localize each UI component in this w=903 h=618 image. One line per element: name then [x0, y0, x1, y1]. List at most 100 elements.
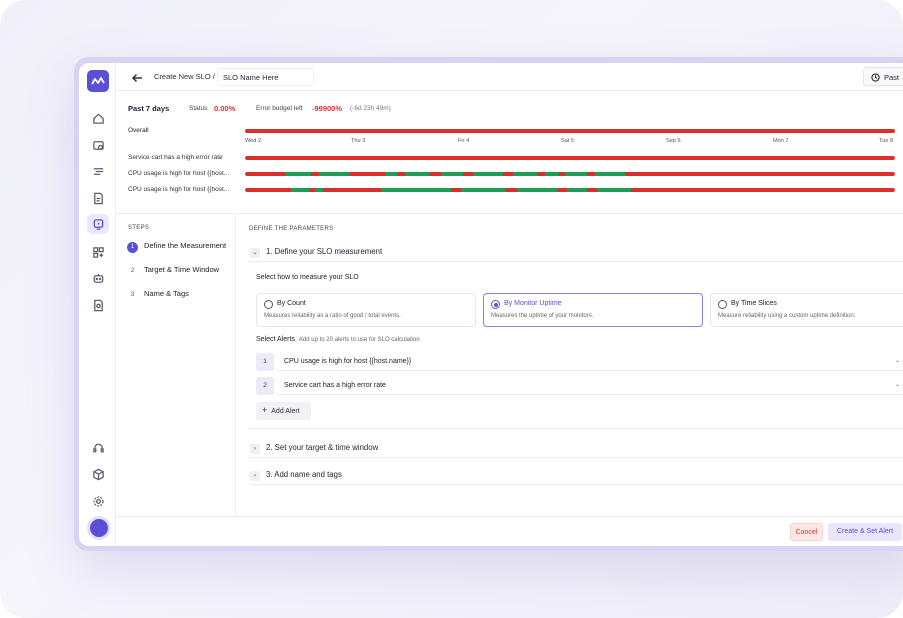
alert-number: 2 — [256, 377, 274, 395]
divider — [249, 261, 903, 262]
top-header: Create New SLO / SLO Name Here Past — [116, 63, 903, 91]
row-label: Service cart has a high error rate — [128, 154, 223, 161]
section-title: 1. Define your SLO measurement — [266, 247, 383, 256]
row-bar-cpu-1 — [245, 172, 895, 176]
measure-label: Select how to measure your SLO — [256, 274, 359, 281]
chevron-right-icon: › — [250, 471, 260, 481]
option-description: Measure reliability using a custom uptim… — [718, 313, 856, 319]
step-define-measurement[interactable]: 1 Define the Measurement — [127, 241, 226, 253]
section-title: 3. Add name and tags — [266, 470, 342, 479]
tick-label: Thu 3 — [351, 138, 366, 144]
add-alert-button[interactable]: + Add Alert — [256, 402, 311, 420]
cancel-button[interactable]: Cancel — [790, 523, 823, 541]
step-label: Name & Tags — [144, 289, 189, 298]
row-label: CPU usage is high for host {{host... — [128, 186, 230, 193]
settings-gear-icon[interactable] — [91, 494, 105, 508]
radio-button-selected[interactable] — [491, 300, 500, 309]
chevron-down-icon: ⌄ — [250, 248, 260, 258]
chevron-down-icon: ⌄ — [894, 358, 900, 364]
option-title: By Time Slices — [731, 300, 777, 307]
security-scan-icon[interactable] — [91, 298, 105, 312]
add-alert-label: Add Alert — [271, 408, 300, 415]
row-bar-cpu-2 — [245, 188, 895, 192]
radio-button[interactable] — [264, 300, 273, 309]
package-icon[interactable] — [91, 467, 105, 481]
option-by-time-slices[interactable]: By Time Slices Measure reliability using… — [710, 293, 903, 327]
alert-number: 1 — [256, 353, 274, 371]
alert-select[interactable]: CPU usage is high for host {{host.name}}… — [278, 353, 903, 371]
chevron-right-icon: › — [250, 444, 260, 454]
status-value: 0.00% — [214, 104, 236, 113]
time-range-button[interactable]: Past — [863, 67, 903, 86]
budget-label: Error budget left — [256, 105, 303, 112]
app-window: Create New SLO / SLO Name Here Past Past… — [79, 63, 903, 546]
alerts-hint: Add up to 20 alerts to use for SLO calcu… — [298, 337, 420, 343]
step-label: Target & Time Window — [144, 265, 220, 274]
step-target-time-window[interactable]: 2 Target & Time Window — [127, 265, 219, 277]
slo-name-field[interactable]: SLO Name Here — [217, 68, 314, 86]
plus-icon: + — [262, 405, 268, 415]
alert-value: Service cart has a high error rate — [284, 382, 386, 389]
alerts-label: Select Alerts Add up to 20 alerts to use … — [256, 336, 420, 343]
step-number: 3 — [130, 292, 135, 298]
alerts-title: Select Alerts — [256, 336, 295, 343]
tick-label: Wed 2 — [245, 138, 262, 144]
option-description: Measures reliability as a ratio of good … — [264, 313, 401, 319]
divider — [249, 457, 903, 458]
option-title: By Count — [277, 300, 306, 307]
logs-icon[interactable] — [91, 164, 105, 178]
parameters-panel: DEFINE THE PARAMETERS ⌄ 1. Define your SL… — [237, 213, 903, 516]
section-name-tags[interactable]: › 3. Add name and tags — [250, 470, 342, 481]
step-number: 2 — [130, 268, 135, 274]
tick-label: Sat 5 — [561, 138, 575, 144]
parameters-title: DEFINE THE PARAMETERS — [249, 226, 334, 232]
tick-label: Fri 4 — [458, 138, 470, 144]
overall-label: Overall — [128, 127, 149, 134]
avatar[interactable] — [90, 519, 108, 537]
dashboard-icon[interactable] — [91, 245, 105, 259]
section-define-measurement[interactable]: ⌄ 1. Define your SLO measurement — [250, 247, 382, 258]
breadcrumb[interactable]: Create New SLO / — [154, 72, 215, 81]
document-icon[interactable] — [91, 191, 105, 205]
footer-bar: Cancel Create & Set Alert — [116, 516, 903, 546]
back-arrow-icon[interactable] — [131, 71, 143, 83]
logo-icon[interactable] — [87, 70, 109, 92]
tick-label: Tue 8 — [879, 138, 894, 144]
infrastructure-icon[interactable] — [91, 138, 105, 152]
alert-value: CPU usage is high for host {{host.name}} — [284, 358, 412, 365]
budget-time: (-6d 23h 49m) — [350, 105, 391, 112]
budget-value: -99900% — [312, 104, 343, 113]
time-range-label: Past — [884, 73, 900, 82]
period-label: Past 7 days — [128, 104, 170, 113]
slo-icon[interactable] — [87, 214, 109, 234]
divider — [249, 484, 903, 485]
step-name-tags[interactable]: 3 Name & Tags — [127, 289, 189, 301]
tick-label: Sep 6 — [666, 138, 681, 144]
chevron-down-icon: ⌄ — [894, 382, 900, 388]
option-description: Measures the uptime of your monitors. — [491, 313, 594, 319]
tick-label: Mon 7 — [773, 138, 789, 144]
step-label: Define the Measurement — [144, 241, 227, 250]
alert-row: 2 Service cart has a high error rate ⌄ — [256, 377, 903, 395]
home-icon[interactable] — [91, 111, 105, 125]
option-title: By Monitor Uptime — [504, 300, 562, 307]
divider — [249, 428, 903, 429]
bot-icon[interactable] — [91, 271, 105, 285]
alert-row: 1 CPU usage is high for host {{host.name… — [256, 353, 903, 371]
steps-panel: STEPS 1 Define the Measurement 2 Target & … — [116, 213, 236, 516]
overall-bar — [245, 129, 895, 133]
row-bar-service-cart — [245, 156, 895, 160]
clock-icon — [871, 73, 880, 82]
section-target-time-window[interactable]: › 2. Set your target & time window — [250, 443, 378, 454]
create-set-alert-button[interactable]: Create & Set Alert — [828, 523, 902, 541]
step-number: 1 — [127, 242, 138, 253]
alert-select[interactable]: Service cart has a high error rate ⌄ — [278, 377, 903, 395]
section-title: 2. Set your target & time window — [266, 443, 379, 452]
support-icon[interactable] — [91, 441, 105, 455]
row-label: CPU usage is high for host {{host... — [128, 170, 230, 177]
radio-button[interactable] — [718, 300, 727, 309]
option-by-monitor-uptime[interactable]: By Monitor Uptime Measures the uptime of… — [483, 293, 703, 327]
option-by-count[interactable]: By Count Measures reliability as a ratio… — [256, 293, 476, 327]
status-label: Status — [189, 105, 208, 112]
steps-title: STEPS — [128, 225, 150, 231]
